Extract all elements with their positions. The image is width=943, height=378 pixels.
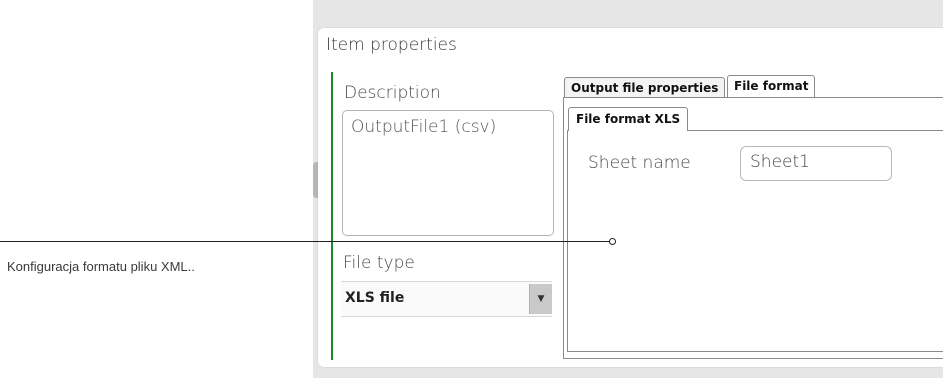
callout-text: Konfiguracja formatu pliku XML.. [7,259,195,274]
chevron-down-icon[interactable]: ▼ [529,284,552,314]
callout-line [0,241,611,242]
file-type-label: File type [343,253,415,273]
sheet-name-label: Sheet name [588,153,691,173]
sheet-name-input[interactable]: Sheet1 [740,146,892,181]
tab-output-file-properties[interactable]: Output file properties [564,77,726,97]
tab-file-format[interactable]: File format [727,75,816,97]
file-type-selected-value: XLS file [345,290,405,306]
description-textarea[interactable]: OutputFile1 (csv) [342,110,554,236]
tab-file-format-xls[interactable]: File format XLS [568,107,689,131]
callout-dot [609,238,616,245]
panel-title: Item properties [326,35,457,55]
description-label: Description [344,83,441,103]
section-accent-line [331,72,333,360]
file-type-select[interactable]: XLS file ▼ [341,281,552,317]
